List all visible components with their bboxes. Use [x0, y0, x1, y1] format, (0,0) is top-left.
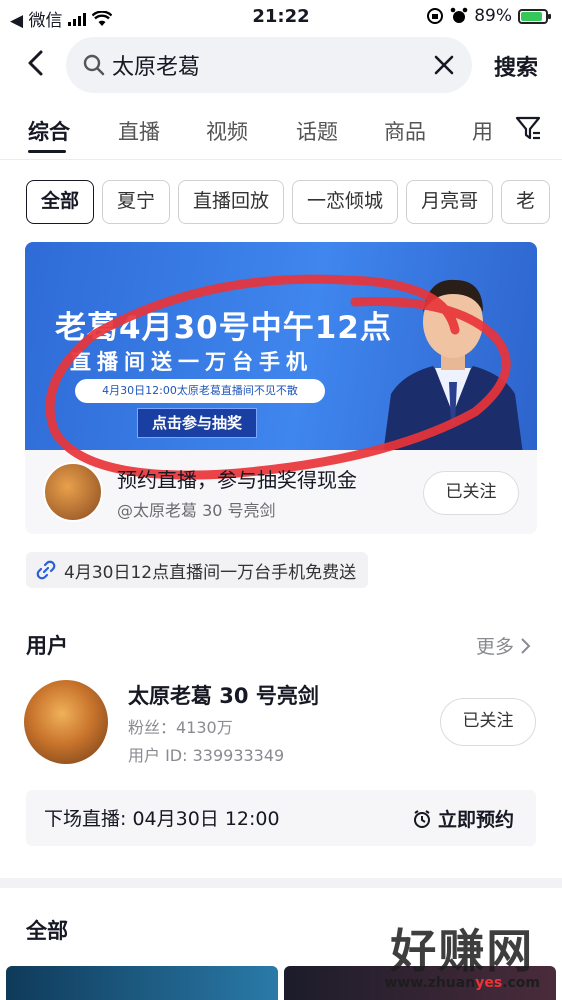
- next-live-bar: 下场直播: 04月30日 12:00 立即预约: [26, 790, 536, 846]
- account-avatar[interactable]: [43, 462, 103, 522]
- user-avatar[interactable]: [24, 680, 108, 764]
- video-thumbnail[interactable]: [6, 966, 278, 1000]
- chip[interactable]: 老: [501, 180, 551, 224]
- tab-video[interactable]: 视频: [206, 116, 248, 146]
- users-section-title: 用户: [26, 634, 68, 658]
- filter-icon[interactable]: [514, 114, 542, 142]
- search-icon: [83, 54, 105, 76]
- orientation-lock-icon: [427, 8, 444, 24]
- chip[interactable]: 夏宁: [102, 180, 171, 224]
- live-banner[interactable]: 老葛4月30号中午12点 直播间送一万台手机 4月30日12:00太原老葛直播间…: [25, 242, 537, 450]
- site-watermark: 好赚网 www.zhuanyes.com: [384, 915, 540, 991]
- reserve-button[interactable]: 立即预约: [412, 805, 514, 832]
- user-id: 用户 ID: 339933349: [128, 746, 285, 765]
- chip-all[interactable]: 全部: [26, 180, 95, 224]
- user-name[interactable]: 太原老葛 30 号亮剑: [128, 680, 319, 710]
- chip[interactable]: 直播回放: [178, 180, 285, 224]
- tab-live[interactable]: 直播: [118, 116, 160, 146]
- alarm-icon: [450, 7, 468, 23]
- tab-topic[interactable]: 话题: [296, 116, 338, 146]
- chip[interactable]: 月亮哥: [406, 180, 494, 224]
- chevron-right-icon: [521, 637, 531, 654]
- tab-users[interactable]: 用: [472, 116, 493, 146]
- reserve-label: 立即预约: [437, 809, 514, 831]
- alarm-clock-icon: [413, 809, 430, 828]
- chip[interactable]: 一恋倾城: [292, 180, 399, 224]
- search-input[interactable]: [112, 47, 412, 83]
- banner-subline: 直播间送一万台手机: [70, 350, 313, 374]
- all-section-title: 全部: [26, 919, 68, 943]
- related-search-text: 4月30日12点直播间一万台手机免费送: [64, 562, 357, 583]
- active-tab-indicator: [28, 150, 66, 153]
- battery-charging-icon: [518, 8, 551, 24]
- tab-comprehensive[interactable]: 综合: [28, 116, 70, 146]
- join-lottery-button[interactable]: 点击参与抽奖: [137, 408, 257, 438]
- status-bar: ◀ 微信 21:22 89%: [0, 0, 562, 34]
- filter-chips: 全部 夏宁 直播回放 一恋倾城 月亮哥老: [26, 180, 562, 226]
- host-photo: [383, 279, 523, 450]
- followed-button[interactable]: 已关注: [423, 471, 519, 515]
- live-card[interactable]: 老葛4月30号中午12点 直播间送一万台手机 4月30日12:00太原老葛直播间…: [25, 242, 537, 534]
- user-followed-button[interactable]: 已关注: [440, 698, 536, 746]
- result-tabs: 综合 直播 视频 话题 商品 用: [0, 108, 562, 160]
- clear-icon[interactable]: [432, 53, 456, 77]
- live-title: 预约直播，参与抽奖得现金: [117, 468, 357, 492]
- tab-goods[interactable]: 商品: [384, 116, 426, 146]
- more-users-link[interactable]: 更多: [476, 632, 532, 659]
- user-fans: 粉丝：4130万: [128, 718, 233, 737]
- back-arrow-icon[interactable]: [22, 48, 52, 78]
- watermark-title: 好赚网: [390, 924, 535, 978]
- banner-headline: 老葛4月30号中午12点: [55, 310, 392, 346]
- banner-pill: 4月30日12:00太原老葛直播间不见不散: [75, 379, 325, 403]
- live-account[interactable]: @太原老葛 30 号亮剑: [117, 497, 276, 521]
- search-field[interactable]: [66, 37, 472, 93]
- related-search[interactable]: 4月30日12点直播间一万台手机免费送: [26, 552, 369, 588]
- link-icon: [36, 560, 56, 580]
- search-bar: 搜索: [0, 34, 562, 94]
- more-label: 更多: [475, 636, 514, 658]
- battery-percent: 89%: [474, 6, 512, 26]
- section-divider: [0, 878, 562, 888]
- next-live-time: 下场直播: 04月30日 12:00: [44, 808, 280, 830]
- search-button[interactable]: 搜索: [494, 50, 538, 82]
